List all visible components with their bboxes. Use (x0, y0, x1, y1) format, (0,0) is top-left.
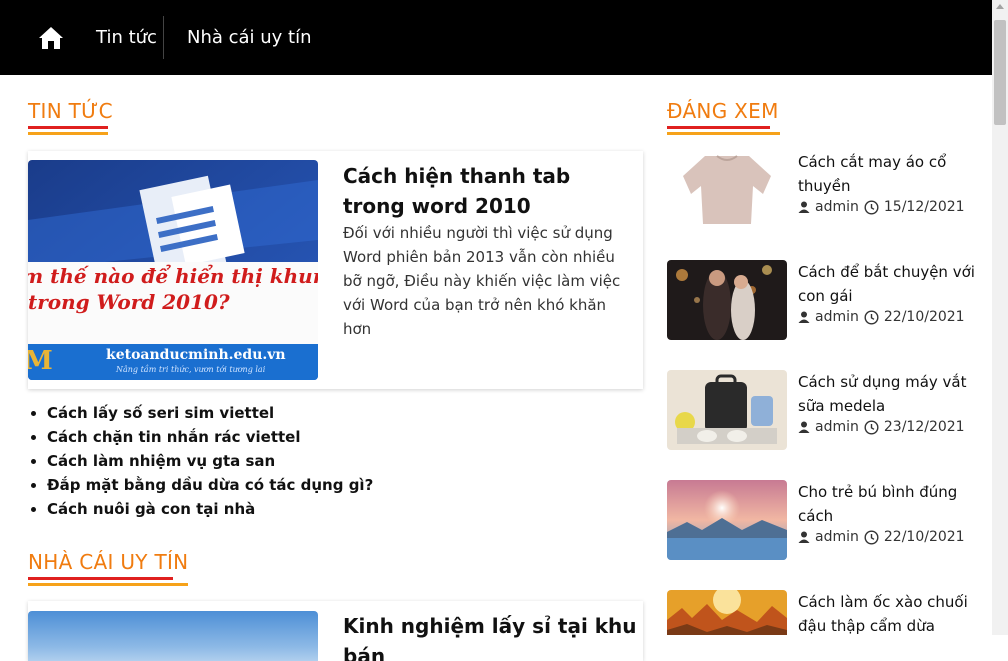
featured-article-image[interactable]: m thế nào để hiển thị khung că trong Wor… (28, 160, 318, 380)
clock-icon (864, 419, 879, 435)
list-item[interactable]: Cách làm nhiệm vụ gta san (47, 449, 373, 473)
image-caption-line: m thế nào để hiển thị khung că (28, 264, 318, 288)
nav-item-news[interactable]: Tin tức (96, 0, 157, 60)
user-icon (798, 311, 810, 323)
sidebar-post: Cách để bắt chuyện với con gái admin 22/… (667, 260, 987, 340)
scrollbar-thumb[interactable] (994, 20, 1006, 125)
sidebar-post-title[interactable]: Cho trẻ bú bình đúng cách (798, 480, 978, 528)
post-date: 15/12/2021 (883, 199, 965, 215)
nav-item-bookmakers[interactable]: Nhà cái uy tín (187, 0, 312, 60)
post-author: admin (815, 309, 859, 325)
sidebar-post-title[interactable]: Cách cắt may áo cổ thuyền (798, 150, 978, 198)
sidebar-post-title[interactable]: Cách sử dụng máy vắt sữa medela (798, 370, 978, 418)
sidebar-post-thumbnail[interactable] (667, 260, 787, 340)
image-logo: M (28, 346, 53, 376)
sidebar-post-meta: admin 23/12/2021 (798, 419, 965, 435)
section-underline (28, 132, 108, 135)
post-date: 23/12/2021 (883, 419, 965, 435)
clock-icon (864, 199, 879, 215)
section-title-news: TIN TỨC (28, 99, 113, 123)
user-icon (798, 201, 810, 213)
news-link-list: Cách lấy số seri sim viettel Cách chặn t… (47, 401, 373, 521)
user-icon (798, 531, 810, 543)
sidebar-post: Cách cắt may áo cổ thuyền admin 15/12/20… (667, 150, 987, 230)
section-underline (28, 126, 108, 129)
sidebar-post-meta: admin 15/12/2021 (798, 199, 965, 215)
featured-article-excerpt: Đối với nhiều người thì việc sử dụng Wor… (343, 224, 621, 338)
post-date: 22/10/2021 (883, 529, 965, 545)
section-underline (667, 132, 780, 135)
sidebar-post-thumbnail[interactable] (667, 370, 787, 450)
post-author: admin (815, 199, 859, 215)
sidebar-post-thumbnail[interactable] (667, 590, 787, 635)
section-title-sidebar: ĐÁNG XEM (667, 99, 779, 123)
clock-icon (864, 529, 879, 545)
post-date: 22/10/2021 (883, 309, 965, 325)
sidebar-post-title[interactable]: Cách để bắt chuyện với con gái (798, 260, 978, 308)
section-underline (28, 583, 188, 586)
post-author: admin (815, 529, 859, 545)
sidebar-post: Cách làm ốc xào chuối đậu thập cẩm dừa (667, 590, 987, 635)
sidebar-post-title[interactable]: Cách làm ốc xào chuối đậu thập cẩm dừa (798, 590, 978, 638)
list-item[interactable]: Đắp mặt bằng dầu dừa có tác dụng gì? (47, 473, 373, 497)
image-site-name: ketoanducminh.edu.vn (106, 347, 286, 363)
featured-article-card: m thế nào để hiển thị khung că trong Wor… (28, 151, 643, 389)
section-underline (667, 126, 770, 129)
clock-icon (864, 309, 879, 325)
sidebar-post: Cách sử dụng máy vắt sữa medela admin 23… (667, 370, 987, 450)
sidebar-post-meta: admin 22/10/2021 (798, 309, 965, 325)
sidebar-post-thumbnail[interactable] (667, 480, 787, 560)
image-caption-line: trong Word 2010? (28, 290, 230, 314)
sidebar-post-meta: admin 22/10/2021 (798, 529, 965, 545)
featured-article-image[interactable] (28, 611, 318, 661)
list-item[interactable]: Cách lấy số seri sim viettel (47, 401, 373, 425)
image-slogan: Nâng tầm tri thức, vươn tới tương lai (116, 365, 266, 374)
list-item[interactable]: Cách chặn tin nhắn rác viettel (47, 425, 373, 449)
featured-article-title[interactable]: Cách hiện thanh tab trong word 2010 (343, 161, 633, 221)
post-author: admin (815, 419, 859, 435)
user-icon (798, 421, 810, 433)
home-icon[interactable] (38, 26, 64, 50)
sidebar-post-thumbnail[interactable] (667, 150, 787, 230)
section-underline (28, 577, 173, 580)
nav-divider (163, 16, 164, 59)
section-title-bookmakers: NHÀ CÁI UY TÍN (28, 550, 189, 574)
sidebar-post: Cho trẻ bú bình đúng cách admin 22/10/20… (667, 480, 987, 560)
featured-article-title[interactable]: Kinh nghiệm lấy sỉ tại khu bán (343, 611, 643, 661)
list-item[interactable]: Cách nuôi gà con tại nhà (47, 497, 373, 521)
scroll-up-arrow-icon[interactable] (996, 4, 1004, 9)
featured-article-card: Kinh nghiệm lấy sỉ tại khu bán (28, 601, 643, 661)
top-navbar: Tin tức Nhà cái uy tín (0, 0, 992, 75)
